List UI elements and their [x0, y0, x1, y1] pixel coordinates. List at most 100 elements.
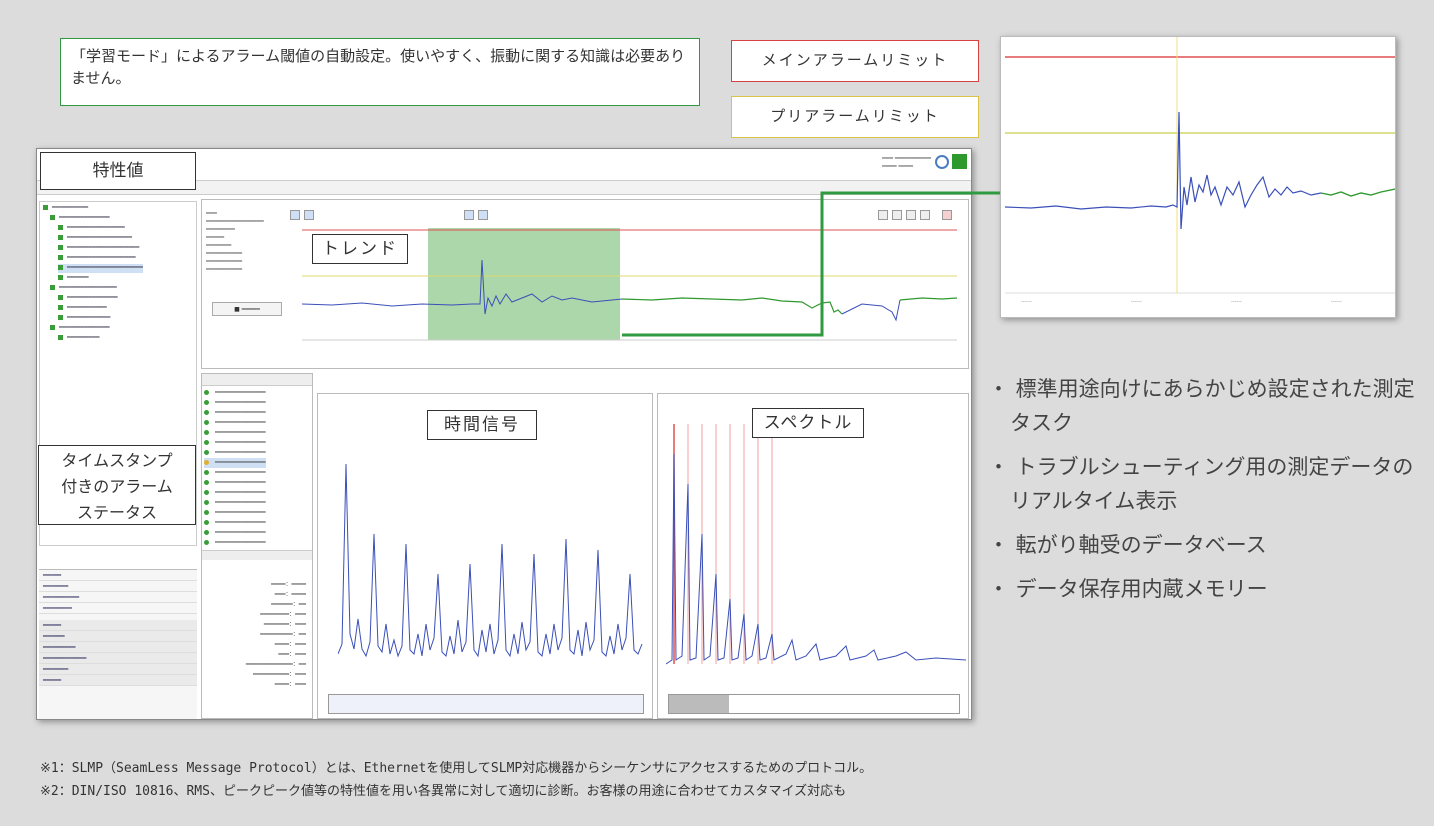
main-alarm-limit-label: メインアラームリミット — [761, 51, 949, 69]
tree-item[interactable]: ━━━━━━━━━━━━ — [58, 314, 110, 323]
time-signal-panel — [317, 393, 653, 719]
properties-header — [202, 550, 312, 560]
trend-label: トレンド — [312, 234, 408, 264]
tree-item[interactable]: ━━━━━━━━━━━━━━ — [50, 214, 110, 223]
alarm-settings-button[interactable]: ■ ━━━━━ — [212, 302, 282, 316]
tree-item[interactable]: ━━━━━━━━━━━━━━ — [50, 324, 110, 333]
sidebar-nav: ━━━━━ ━━━━━━━ ━━━━━━━━━━ ━━━━━━━━ ━━━━━ … — [39, 569, 197, 719]
property-row: ━━━：━━━━ — [274, 591, 306, 598]
settings-icon[interactable] — [935, 155, 949, 169]
feature-item: ・ 転がり軸受のデータベース — [988, 533, 1267, 557]
property-row: ━━━━━━━━━：━━ — [260, 631, 306, 638]
alarm-row[interactable]: ━━━━━━━━━━━━━━ — [204, 418, 266, 428]
edit-icon[interactable] — [920, 210, 930, 220]
alarm-row[interactable]: ━━━━━━━━━━━━━━ — [204, 438, 266, 448]
sidebar-item[interactable]: ━━━━━ — [39, 675, 197, 686]
sidebar-item[interactable]: ━━━━━━━━━ — [39, 642, 197, 653]
tree-item[interactable]: ━━━━━━━━━━━━━━━━━━━ — [58, 254, 136, 263]
property-row: ━━━━：━━━ — [274, 641, 306, 648]
tree-item[interactable]: ━━━━━━━━━━━ — [58, 304, 107, 313]
tree-item[interactable]: ━━━━━━━━━━━━━━━━━━ — [58, 234, 132, 243]
property-row: ━━━━━━━━：━━━ — [260, 611, 306, 618]
alarm-row[interactable]: ━━━━━━━━━━━━━━ — [204, 398, 266, 408]
tree-item[interactable]: ━━━━━━━━━━━━━━ — [58, 294, 118, 303]
tree-item[interactable]: ━━━━━━ — [58, 274, 89, 283]
spectrum-chart — [666, 424, 966, 665]
svg-text:------: ------ — [1131, 299, 1142, 305]
learning-mode-callout: 「学習モード」によるアラーム閾値の自動設定。使いやすく、振動に関する知識は必要あ… — [60, 38, 700, 106]
alarm-status-label: タイムスタンプ付きのアラームステータス — [38, 445, 196, 525]
characteristic-value-label: 特性値 — [40, 152, 196, 190]
sidebar-item[interactable]: ━━━━━━ — [39, 631, 197, 642]
property-row: ━━━━━━━：━━━ — [263, 621, 306, 628]
footnote-2: ※2：DIN/ISO 10816、RMS、ピークピーク値等の特性値を用い各異常に… — [40, 784, 847, 799]
alarm-row[interactable]: ━━━━━━━━━━━━━━ — [204, 428, 266, 438]
zoom-out-icon[interactable] — [906, 210, 916, 220]
alarm-row[interactable]: ━━━━━━━━━━━━━━ — [204, 488, 266, 498]
nav-last-icon[interactable] — [478, 210, 488, 220]
sidebar-item[interactable]: ━━━━━━━━━━ — [39, 592, 197, 603]
alarm-row[interactable]: ━━━━━━━━━━━━━━ — [204, 518, 266, 528]
pre-alarm-limit-label: プリアラームリミット — [770, 107, 940, 125]
alarm-row[interactable]: ━━━━━━━━━━━━━━ — [204, 478, 266, 488]
alarm-row[interactable]: ━━━━━━━━━━━━━━ — [204, 408, 266, 418]
alarm-list-header — [202, 374, 312, 386]
learning-mode-text: 「学習モード」によるアラーム閾値の自動設定。使いやすく、振動に関する知識は必要あ… — [71, 47, 686, 87]
trend-panel: ━━━ ━━━━━━━━━━━━━━━━ ━━━━━━━━ ━━━━━ ━━━━━━━ ━… — [201, 199, 969, 369]
footnote-1: ※1：SLMP（SeamLess Message Protocol）とは、Eth… — [40, 761, 873, 776]
property-row: ━━━━━━：━━ — [271, 601, 306, 608]
tree-item-selected[interactable]: ━━━━━━━━━━━━━━━━━━━━━ — [58, 264, 143, 273]
zoom-in-icon[interactable] — [892, 210, 902, 220]
sidebar-item[interactable]: ━━━━━━━ — [39, 581, 197, 592]
trend-zoom-panel: ------ ------ ------ ------ — [1000, 36, 1396, 318]
property-row: ━━━━：━━━ — [274, 681, 306, 688]
sidebar-item[interactable]: ━━━━━ — [39, 620, 197, 631]
property-row: ━━━：━━━ — [278, 651, 306, 658]
tree-item[interactable]: ━━━━━━━━━━━━━━━━ — [58, 224, 125, 233]
pre-alarm-limit-legend: プリアラームリミット — [731, 96, 979, 138]
property-row: ━━━━━━━━━━━━━：━━ — [245, 661, 306, 668]
zoom-icon[interactable] — [878, 210, 888, 220]
property-row: ━━━━：━━━━ — [271, 581, 306, 588]
tree-root[interactable]: ━━━━━━━━━━ — [43, 204, 88, 213]
time-signal-overview[interactable] — [328, 694, 644, 714]
alarm-row[interactable]: ━━━━━━━━━━━━━━ — [204, 508, 266, 518]
alarm-row[interactable]: ━━━━━━━━━━━━━━ — [204, 448, 266, 458]
trend-info: ━━━ ━━━━━━━━━━━━━━━━ ━━━━━━━━ ━━━━━ ━━━━━━━ ━… — [206, 210, 264, 273]
trend-zoom-chart: ------ ------ ------ ------ — [1001, 37, 1396, 317]
alarm-row[interactable]: ━━━━━━━━━━━━━━ — [204, 538, 266, 548]
spectrum-overview[interactable] — [668, 694, 960, 714]
sidebar-item[interactable]: ━━━━━━━━━━━━ — [39, 653, 197, 664]
alarm-row[interactable]: ━━━━━━━━━━━━━━ — [204, 468, 266, 478]
sidebar-item[interactable]: ━━━━━ — [39, 570, 197, 581]
sidebar-item[interactable]: ━━━━━━━ — [39, 664, 197, 675]
tree-item[interactable]: ━━━━━━━━━ — [58, 334, 100, 343]
feature-item: ・ トラブルシューティング用の測定データのリアルタイム表示 — [988, 455, 1414, 513]
spectrum-panel — [657, 393, 969, 719]
svg-text:------: ------ — [1021, 299, 1032, 305]
time-signal-chart — [338, 463, 643, 658]
alarm-list-panel: ━━━━━━━━━━━━━━ ━━━━━━━━━━━━━━ ━━━━━━━━━━… — [201, 373, 313, 719]
svg-text:------: ------ — [1231, 299, 1242, 305]
tree-item[interactable]: ━━━━━━━━━━━━━━━━ — [50, 284, 117, 293]
alarm-row-selected[interactable]: ━━━━━━━━━━━━━━ — [204, 458, 266, 468]
feature-item: ・ 標準用途向けにあらかじめ設定された測定タスク — [988, 377, 1415, 435]
main-alarm-limit-legend: メインアラームリミット — [731, 40, 979, 82]
feature-list: ・ 標準用途向けにあらかじめ設定された測定タスク ・ トラブルシューティング用の… — [988, 372, 1428, 616]
svg-text:------: ------ — [1331, 299, 1342, 305]
spectrum-label: スペクトル — [752, 408, 864, 438]
device-info: ━━━ ━━━━━━━━━━ ━━━━ ━━━━ — [882, 155, 931, 170]
time-signal-label: 時間信号 — [427, 410, 537, 440]
alarm-row[interactable]: ━━━━━━━━━━━━━━ — [204, 388, 266, 398]
tree-item[interactable]: ━━━━━━━━━━━━━━━━━━━━ — [58, 244, 139, 253]
sidebar-item[interactable]: ━━━━━━━━ — [39, 603, 197, 614]
alarm-row[interactable]: ━━━━━━━━━━━━━━ — [204, 528, 266, 538]
nav-prev-icon[interactable] — [304, 210, 314, 220]
status-indicator — [952, 154, 967, 169]
feature-item: ・ データ保存用内蔵メモリー — [988, 577, 1268, 601]
alarm-row[interactable]: ━━━━━━━━━━━━━━ — [204, 498, 266, 508]
nav-first-icon[interactable] — [290, 210, 300, 220]
close-icon[interactable] — [942, 210, 952, 220]
property-row: ━━━━━━━━━━：━━━ — [253, 671, 306, 678]
nav-next-icon[interactable] — [464, 210, 474, 220]
